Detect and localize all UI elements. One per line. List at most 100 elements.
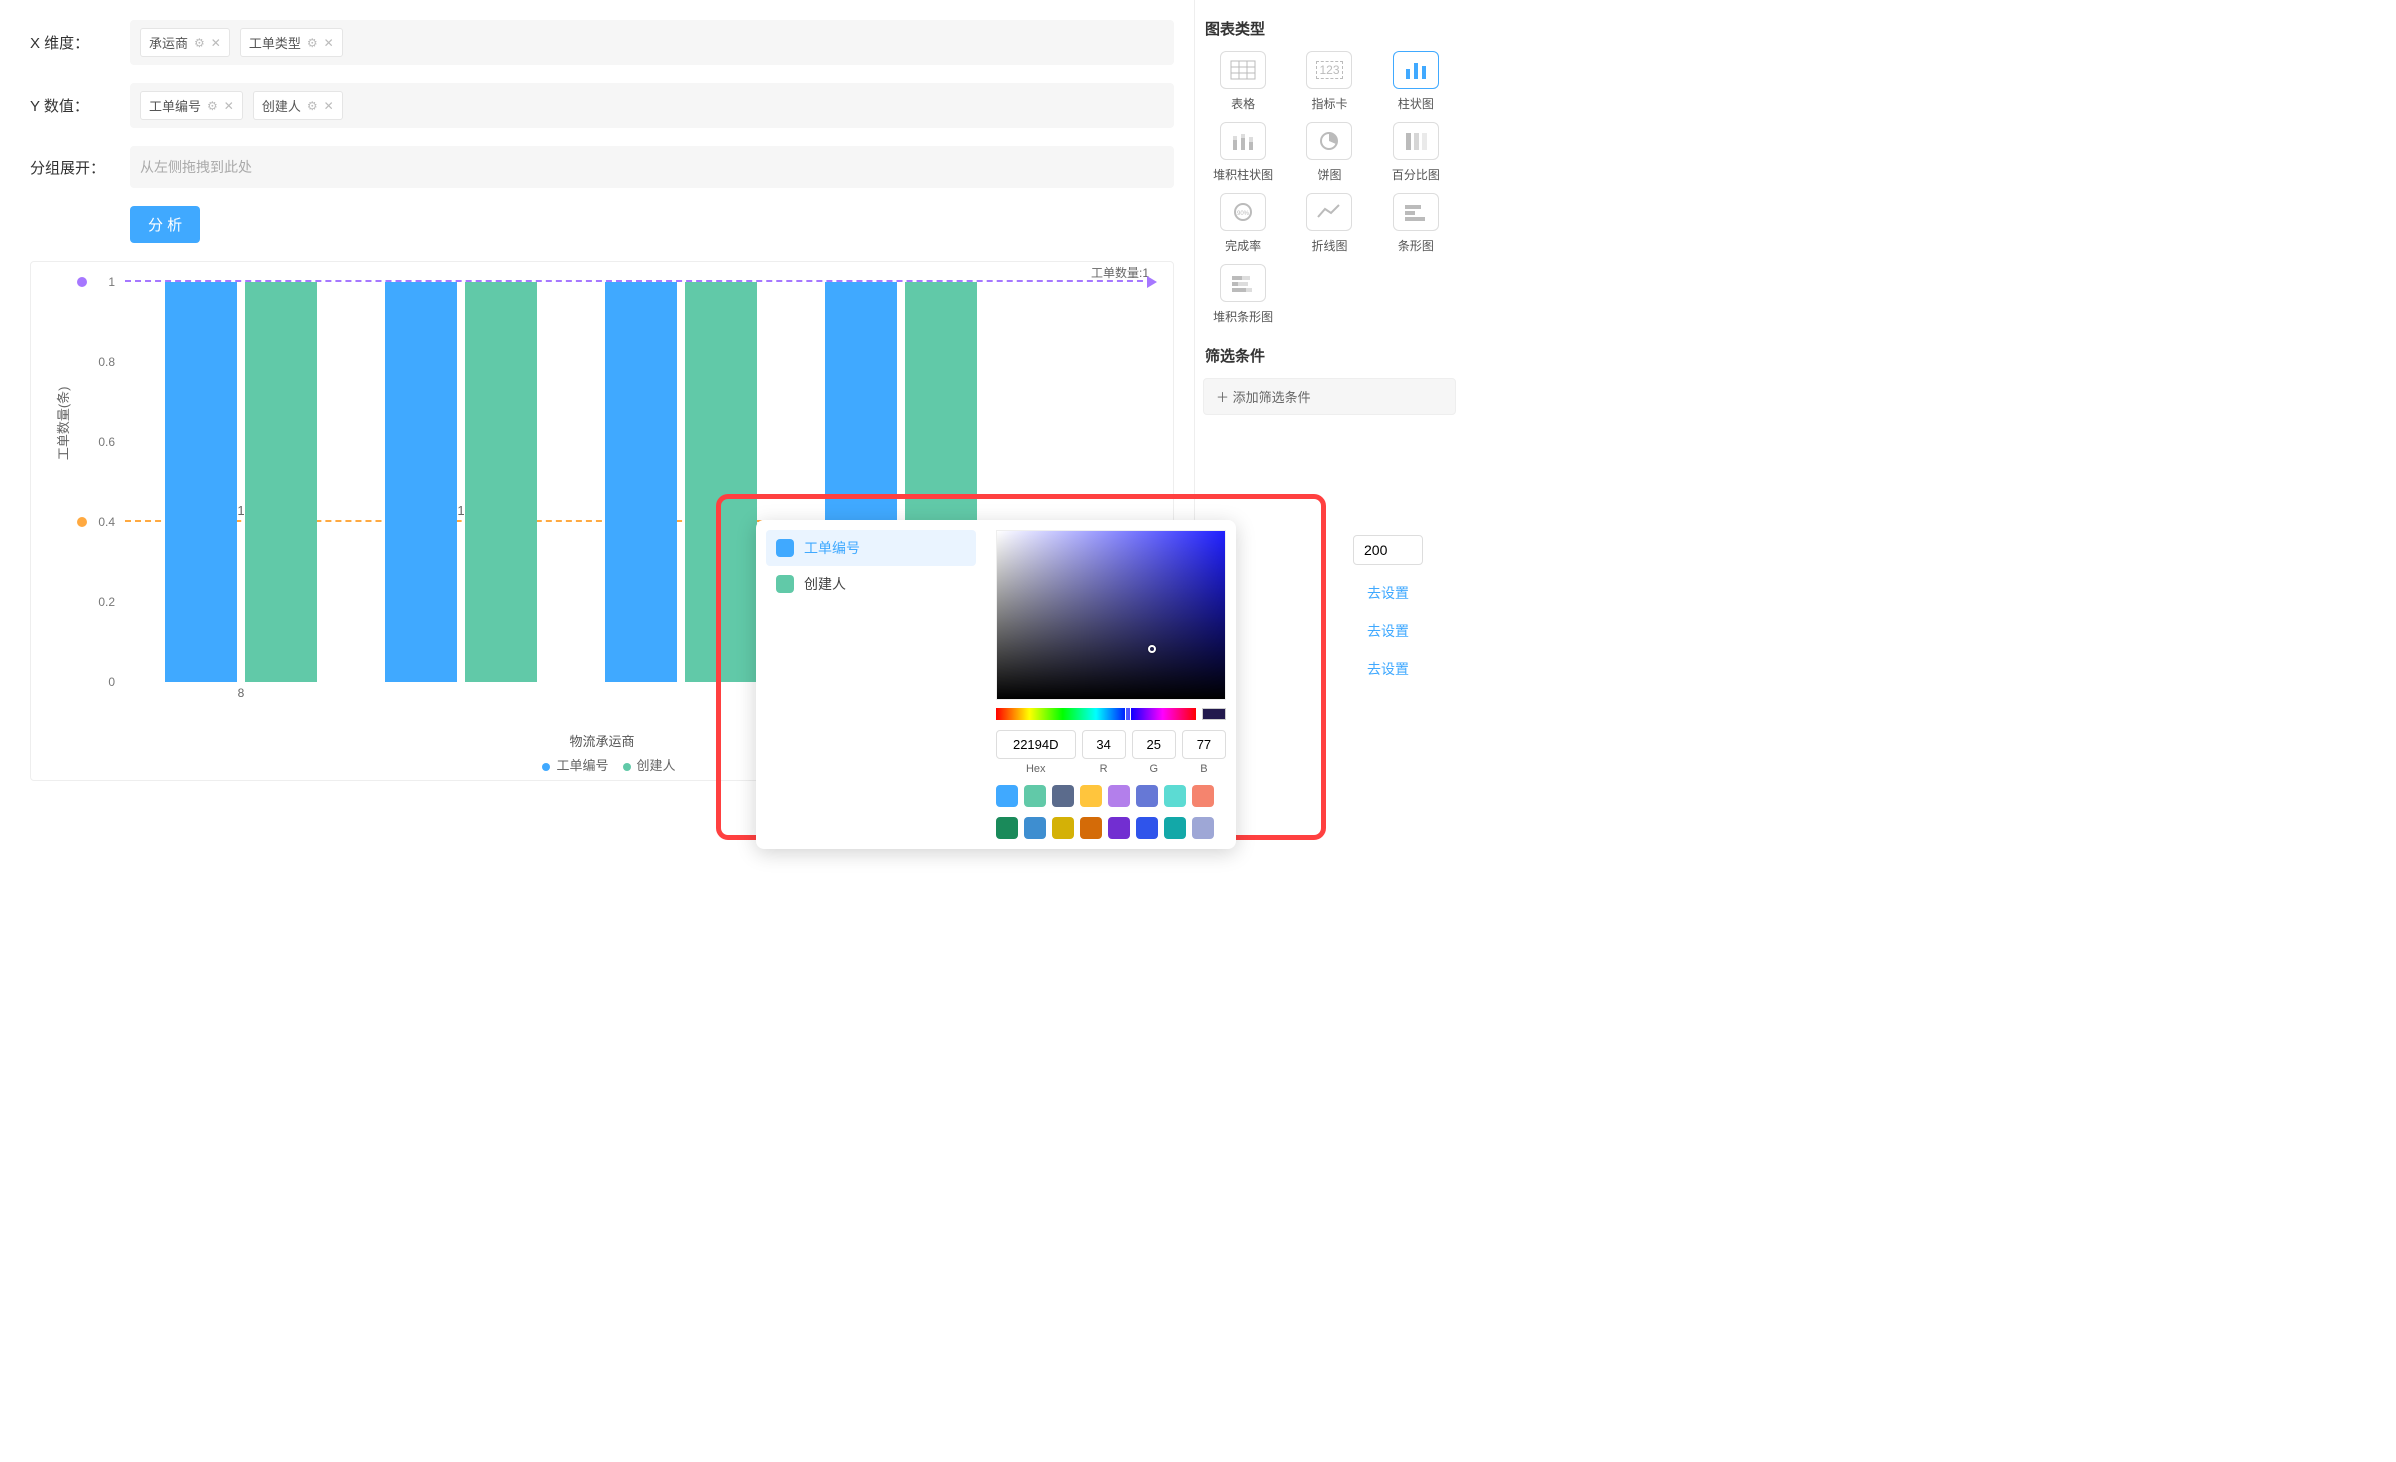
gear-icon[interactable]: ⚙ — [307, 36, 318, 50]
chart-type-button[interactable] — [1220, 122, 1266, 160]
r-label: R — [1082, 763, 1126, 775]
hex-label: Hex — [996, 763, 1076, 775]
series-label: 工单编号 — [804, 538, 860, 558]
preset-swatch[interactable] — [996, 817, 1018, 839]
preset-swatch[interactable] — [1136, 785, 1158, 807]
preset-swatch[interactable] — [1164, 817, 1186, 839]
series-list: 工单编号 创建人 — [756, 520, 986, 849]
b-label: B — [1182, 763, 1226, 775]
group-label: 分组展开： — [30, 157, 130, 178]
chart-type-label: 柱状图 — [1376, 95, 1456, 112]
chart-type-label: 表格 — [1203, 95, 1283, 112]
saturation-value-picker[interactable] — [996, 530, 1226, 700]
y-tag[interactable]: 工单编号 ⚙ ✕ — [140, 91, 243, 120]
legend-item[interactable]: 工单编号 — [556, 758, 608, 773]
preset-swatch[interactable] — [1080, 817, 1102, 839]
preset-swatch[interactable] — [1164, 785, 1186, 807]
x-tick: 8 — [238, 686, 245, 700]
preset-swatch[interactable] — [1136, 817, 1158, 839]
go-setting-link[interactable]: 去设置 — [1367, 623, 1409, 639]
bar-group: 1 — [385, 282, 537, 682]
hex-input[interactable] — [996, 730, 1076, 759]
arrow-icon — [1147, 276, 1157, 288]
tag-text: 工单编号 — [149, 96, 201, 115]
reference-dot-icon — [77, 277, 87, 287]
chart-type-grid: 表格123指标卡柱状图堆积柱状图饼图百分比图90%完成率折线图条形图堆积条形图 — [1203, 51, 1456, 325]
gear-icon[interactable]: ⚙ — [307, 99, 318, 113]
g-input[interactable] — [1132, 730, 1176, 759]
chart-type-button[interactable] — [1393, 51, 1439, 89]
current-color-preview — [1202, 708, 1226, 720]
tag-text: 工单类型 — [249, 33, 301, 52]
bar[interactable] — [245, 282, 317, 682]
preset-swatch[interactable] — [1080, 785, 1102, 807]
chart-type-gauge: 90% 完成率 — [1203, 193, 1283, 254]
y-tick: 0.8 — [98, 355, 115, 369]
y-tag[interactable]: 创建人 ⚙ ✕ — [253, 91, 343, 120]
chart-type-button[interactable] — [1393, 122, 1439, 160]
preset-swatch[interactable] — [1108, 785, 1130, 807]
analyze-row: 分 析 — [30, 206, 1174, 243]
tag-text: 创建人 — [262, 96, 301, 115]
analyze-button[interactable]: 分 析 — [130, 206, 200, 243]
chart-type-hbar: 条形图 — [1376, 193, 1456, 254]
legend-item[interactable]: 创建人 — [637, 758, 676, 773]
chart-type-button[interactable]: 123 — [1306, 51, 1352, 89]
r-input[interactable] — [1082, 730, 1126, 759]
preset-swatch[interactable] — [996, 785, 1018, 807]
bar[interactable] — [465, 282, 537, 682]
legend-dot-icon — [623, 763, 631, 771]
hue-slider[interactable] — [996, 708, 1196, 720]
chart-type-button[interactable] — [1220, 264, 1266, 302]
close-icon[interactable]: ✕ — [324, 36, 334, 50]
bar[interactable] — [605, 282, 677, 682]
tag-text: 承运商 — [149, 33, 188, 52]
chart-type-button[interactable] — [1306, 193, 1352, 231]
x-tag[interactable]: 承运商 ⚙ ✕ — [140, 28, 230, 57]
b-input[interactable] — [1182, 730, 1226, 759]
chart-type-button[interactable] — [1220, 51, 1266, 89]
group-body[interactable]: 从左侧拖拽到此处 — [130, 146, 1174, 188]
y-value-body[interactable]: 工单编号 ⚙ ✕ 创建人 ⚙ ✕ — [130, 83, 1174, 128]
chart-type-button[interactable]: 90% — [1220, 193, 1266, 231]
chart-type-button[interactable] — [1393, 193, 1439, 231]
preset-swatch[interactable] — [1052, 785, 1074, 807]
series-item[interactable]: 工单编号 — [766, 530, 976, 566]
y-tick: 0.4 — [98, 515, 115, 529]
chart-type-table: 表格 — [1203, 51, 1283, 112]
reference-label: 工单数量:1 — [1091, 264, 1149, 281]
add-filter-button[interactable]: ＋ 添加筛选条件 — [1203, 378, 1456, 415]
go-setting-link[interactable]: 去设置 — [1367, 661, 1409, 677]
close-icon[interactable]: ✕ — [211, 36, 221, 50]
x-dimension-body[interactable]: 承运商 ⚙ ✕ 工单类型 ⚙ ✕ — [130, 20, 1174, 65]
bar-group: 1 — [165, 282, 317, 682]
preset-swatch[interactable] — [1192, 785, 1214, 807]
close-icon[interactable]: ✕ — [224, 99, 234, 113]
bar[interactable] — [385, 282, 457, 682]
preset-swatch[interactable] — [1052, 817, 1074, 839]
chart-type-button[interactable] — [1306, 122, 1352, 160]
y-tick: 0.2 — [98, 595, 115, 609]
chart-type-label: 堆积柱状图 — [1203, 166, 1283, 183]
preset-swatch[interactable] — [1024, 817, 1046, 839]
bar[interactable] — [165, 282, 237, 682]
go-setting-link[interactable]: 去设置 — [1367, 585, 1409, 601]
y-ticks: 00.20.40.60.81 — [81, 282, 121, 682]
series-item[interactable]: 创建人 — [766, 566, 976, 602]
chart-type-label: 完成率 — [1203, 237, 1283, 254]
close-icon[interactable]: ✕ — [324, 99, 334, 113]
y-value-label: Y 数值： — [30, 95, 130, 116]
chart-type-label: 饼图 — [1289, 166, 1369, 183]
numeric-input[interactable] — [1353, 535, 1423, 565]
gear-icon[interactable]: ⚙ — [207, 99, 218, 113]
filter-title: 筛选条件 — [1205, 345, 1456, 366]
chart-type-label: 条形图 — [1376, 237, 1456, 254]
preset-swatch[interactable] — [1024, 785, 1046, 807]
chart-type-stackbar: 堆积柱状图 — [1203, 122, 1283, 183]
gear-icon[interactable]: ⚙ — [194, 36, 205, 50]
preset-swatch[interactable] — [1108, 817, 1130, 839]
x-tag[interactable]: 工单类型 ⚙ ✕ — [240, 28, 343, 57]
bar-label: 1 — [385, 503, 537, 518]
y-tick: 0 — [108, 675, 115, 689]
preset-swatch[interactable] — [1192, 817, 1214, 839]
